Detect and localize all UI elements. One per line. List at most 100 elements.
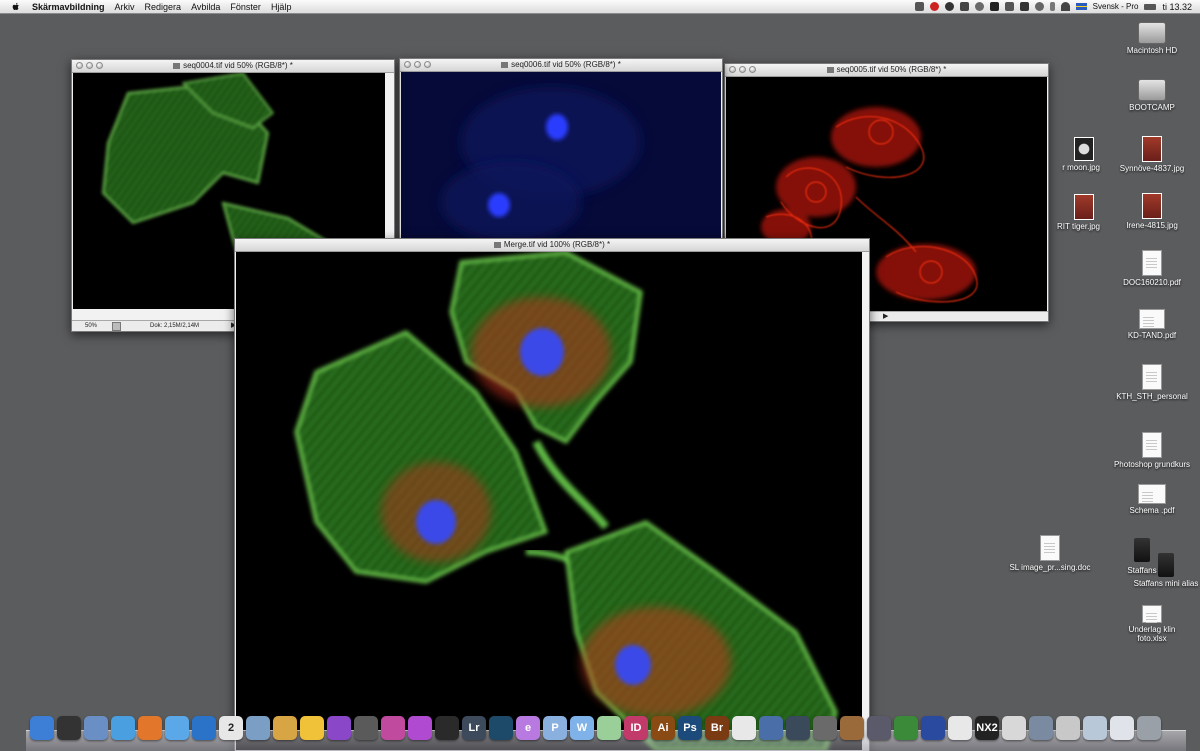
menu-hjalp[interactable]: Hjälp <box>271 2 292 12</box>
dock-item-photoshop[interactable]: Ps <box>678 716 702 740</box>
zoom-button[interactable] <box>749 66 756 73</box>
clock[interactable]: ti 13.32 <box>1162 2 1192 12</box>
close-button[interactable] <box>76 62 83 69</box>
dock-item-media[interactable] <box>327 716 351 740</box>
spaces-icon[interactable] <box>914 2 924 11</box>
menu-app-name[interactable]: Skärmavbildning <box>32 2 105 12</box>
dock-item-acrobat[interactable] <box>732 716 756 740</box>
close-button[interactable] <box>729 66 736 73</box>
menu-arkiv[interactable]: Arkiv <box>115 2 135 12</box>
bluetooth-icon[interactable] <box>1049 2 1055 11</box>
sync-icon[interactable] <box>974 2 984 11</box>
dock-item-bridge[interactable]: Br <box>705 716 729 740</box>
apple-icon[interactable] <box>10 2 22 12</box>
dock-item-script[interactable] <box>867 716 891 740</box>
dock-item-colors[interactable] <box>381 716 405 740</box>
doc-icon <box>1040 535 1060 561</box>
desktop-icon-photoshop-grundkurs[interactable]: Photoshop grundkurs <box>1102 432 1200 469</box>
dock-item-spaces[interactable] <box>759 716 783 740</box>
dock-item-nx2[interactable]: NX2 <box>975 716 999 740</box>
dock-item-web[interactable]: P <box>543 716 567 740</box>
dock-item-cisco[interactable] <box>948 716 972 740</box>
time-machine-icon[interactable] <box>1034 2 1044 11</box>
dock-item-stack[interactable] <box>1110 716 1134 740</box>
display-icon[interactable] <box>989 2 999 11</box>
image-canvas[interactable] <box>401 72 721 243</box>
battery-icon[interactable] <box>1144 3 1157 10</box>
record-icon[interactable] <box>929 2 939 11</box>
input-source-label[interactable]: Svensk - Pro <box>1093 2 1139 11</box>
menu-fonster[interactable]: Fönster <box>230 2 261 12</box>
desktop-icon-synnove[interactable]: Synnöve-4837.jpg <box>1102 136 1200 173</box>
dock-item-mail[interactable] <box>84 716 108 740</box>
dock-item-downloads[interactable] <box>1029 716 1053 740</box>
minimize-button[interactable] <box>86 62 93 69</box>
dock: 2 Lr e P W ID Ai Ps Br NX2 <box>26 712 1186 751</box>
eye-icon[interactable] <box>944 2 954 11</box>
pdf-icon <box>1138 484 1166 504</box>
zoom-field[interactable]: 50% <box>85 321 97 331</box>
dock-item-edge[interactable]: e <box>516 716 540 740</box>
dock-item-ical[interactable]: 2 <box>219 716 243 740</box>
dock-item-iphoto[interactable] <box>273 716 297 740</box>
dock-item-presentation[interactable] <box>840 716 864 740</box>
dock-item-paste[interactable] <box>300 716 324 740</box>
desktop-icon-kd-tand[interactable]: KD-TAND.pdf <box>1102 309 1200 340</box>
desktop-icon-sl-image[interactable]: SL image_pr...sing.doc <box>1000 535 1100 572</box>
dock-item-capture[interactable] <box>489 716 513 740</box>
dock-item-office[interactable] <box>894 716 918 740</box>
window-merge[interactable]: Merge.tif vid 100% (RGB/8*) * <box>234 238 870 751</box>
title-bar[interactable]: seq0004.tif vid 50% (RGB/8*) * <box>72 60 394 73</box>
image-canvas[interactable] <box>236 252 862 750</box>
desktop-icon-doc160210[interactable]: DOC160210.pdf <box>1102 250 1200 287</box>
desktop-icon-bootcamp[interactable]: BOOTCAMP <box>1102 79 1200 112</box>
dock-item-dashboard[interactable] <box>57 716 81 740</box>
desktop-icon-macintosh-hd[interactable]: Macintosh HD <box>1102 22 1200 55</box>
zoom-button[interactable] <box>424 61 431 68</box>
dock-item-usb[interactable] <box>1056 716 1080 740</box>
minimize-button[interactable] <box>739 66 746 73</box>
menu-redigera[interactable]: Redigera <box>145 2 182 12</box>
menu-avbilda[interactable]: Avbilda <box>191 2 220 12</box>
desktop-icon-irene[interactable]: Irene-4815.jpg <box>1102 193 1200 230</box>
minimize-button[interactable] <box>414 61 421 68</box>
remote-icon[interactable] <box>1004 2 1014 11</box>
dock-item-excel[interactable] <box>597 716 621 740</box>
nx-icon[interactable] <box>1019 2 1029 11</box>
dock-item-word[interactable]: W <box>570 716 594 740</box>
dock-item-imovie[interactable] <box>408 716 432 740</box>
window-seq0006[interactable]: seq0006.tif vid 50% (RGB/8*) * <box>399 58 723 245</box>
dock-item-remote[interactable] <box>921 716 945 740</box>
dock-item-quicktime[interactable] <box>192 716 216 740</box>
desktop-icon-kth-sth[interactable]: KTH_STH_personal <box>1102 364 1200 401</box>
dock-item-indesign[interactable]: ID <box>624 716 648 740</box>
dock-item-itunes[interactable] <box>111 716 135 740</box>
desktop-icon-staffans-mini-alias[interactable]: Staffans mini alias <box>1116 553 1200 588</box>
pdf-icon <box>1139 309 1165 329</box>
title-bar[interactable]: seq0006.tif vid 50% (RGB/8*) * <box>400 59 722 72</box>
dock-item-firefox[interactable] <box>138 716 162 740</box>
dock-item-tools[interactable] <box>1002 716 1026 740</box>
dock-item-disk[interactable] <box>354 716 378 740</box>
status-icon[interactable] <box>112 322 121 331</box>
dock-item-time-machine[interactable] <box>786 716 810 740</box>
desktop-icon-underlag[interactable]: Underlag klin foto.xlsx <box>1102 605 1200 643</box>
dock-item-finder[interactable] <box>30 716 54 740</box>
title-bar[interactable]: seq0005.tif vid 50% (RGB/8*) * <box>725 64 1048 77</box>
status-arrow-icon[interactable]: ▶ <box>883 312 888 322</box>
dock-item-utilities[interactable] <box>813 716 837 740</box>
close-button[interactable] <box>404 61 411 68</box>
menu-extra-icon[interactable] <box>959 2 969 11</box>
swedish-flag-icon[interactable] <box>1075 3 1087 10</box>
desktop-icon-schema[interactable]: Schema .pdf <box>1102 484 1200 515</box>
dock-item-preview[interactable] <box>246 716 270 740</box>
dock-item-clapper[interactable] <box>435 716 459 740</box>
dock-item-lightroom[interactable]: Lr <box>462 716 486 740</box>
dock-item-safari[interactable] <box>165 716 189 740</box>
wifi-icon[interactable] <box>1060 2 1070 11</box>
dock-item-documents[interactable] <box>1083 716 1107 740</box>
title-bar[interactable]: Merge.tif vid 100% (RGB/8*) * <box>235 239 869 252</box>
zoom-button[interactable] <box>96 62 103 69</box>
dock-item-illustrator[interactable]: Ai <box>651 716 675 740</box>
dock-item-trash[interactable] <box>1137 716 1161 740</box>
